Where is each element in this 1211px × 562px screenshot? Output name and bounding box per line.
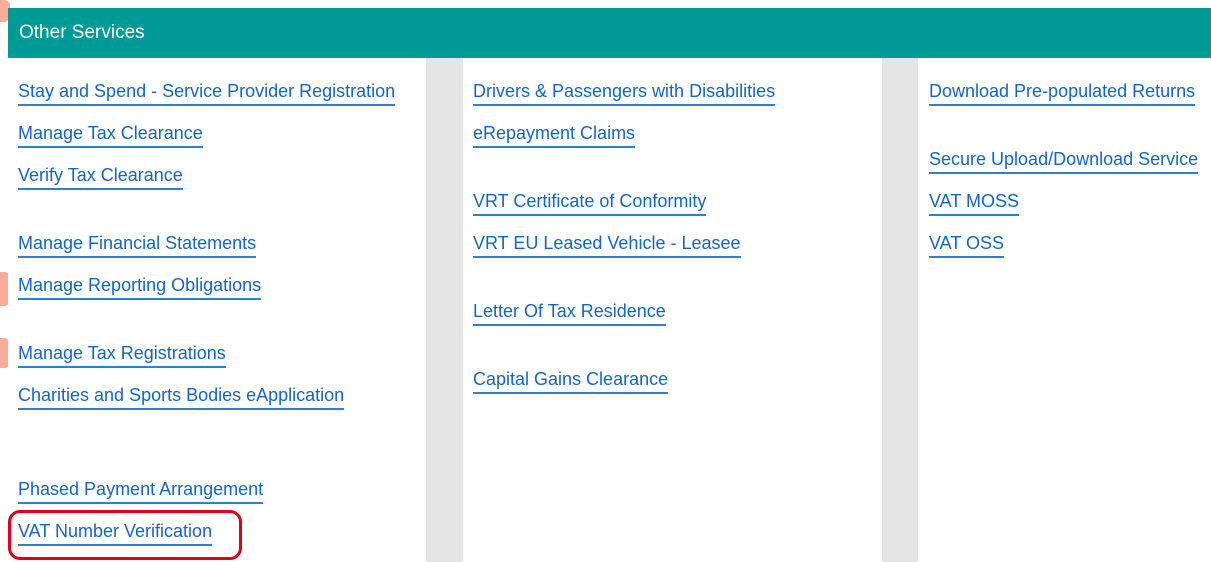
link-vat-number-verification[interactable]: VAT Number Verification: [18, 520, 213, 546]
screenshot-frame: Other Services Stay and Spend - Service …: [0, 0, 1211, 562]
link-download-prepopulated-returns[interactable]: Download Pre-populated Returns: [929, 80, 1196, 106]
link-manage-tax-clearance[interactable]: Manage Tax Clearance: [18, 122, 203, 148]
link-phased-payment-arrangement[interactable]: Phased Payment Arrangement: [18, 478, 264, 504]
services-column-3: Download Pre-populated Returns Secure Up…: [918, 58, 1211, 562]
link-manage-tax-registrations[interactable]: Manage Tax Registrations: [18, 342, 226, 368]
other-services-panel: Other Services Stay and Spend - Service …: [8, 8, 1211, 562]
link-drivers-passengers-disabilities[interactable]: Drivers & Passengers with Disabilities: [473, 80, 776, 106]
link-vrt-eu-leased-vehicle[interactable]: VRT EU Leased Vehicle - Leasee: [473, 232, 741, 258]
panel-title: Other Services: [8, 8, 1211, 58]
link-vat-moss[interactable]: VAT MOSS: [929, 190, 1020, 216]
link-erepayment-claims[interactable]: eRepayment Claims: [473, 122, 636, 148]
services-column-2: Drivers & Passengers with Disabilities e…: [463, 58, 882, 562]
link-vat-oss[interactable]: VAT OSS: [929, 232, 1005, 258]
column-divider: [426, 58, 463, 562]
services-column-1: Stay and Spend - Service Provider Regist…: [8, 58, 426, 562]
link-capital-gains-clearance[interactable]: Capital Gains Clearance: [473, 368, 669, 394]
link-letter-of-tax-residence[interactable]: Letter Of Tax Residence: [473, 300, 666, 326]
link-verify-tax-clearance[interactable]: Verify Tax Clearance: [18, 164, 183, 190]
column-divider: [882, 58, 918, 562]
link-vrt-certificate-of-conformity[interactable]: VRT Certificate of Conformity: [473, 190, 707, 216]
link-manage-financial-statements[interactable]: Manage Financial Statements: [18, 232, 257, 258]
link-secure-upload-download[interactable]: Secure Upload/Download Service: [929, 148, 1199, 174]
link-charities-sports-bodies[interactable]: Charities and Sports Bodies eApplication: [18, 384, 345, 410]
link-stay-and-spend[interactable]: Stay and Spend - Service Provider Regist…: [18, 80, 396, 106]
link-manage-reporting-obligations[interactable]: Manage Reporting Obligations: [18, 274, 262, 300]
